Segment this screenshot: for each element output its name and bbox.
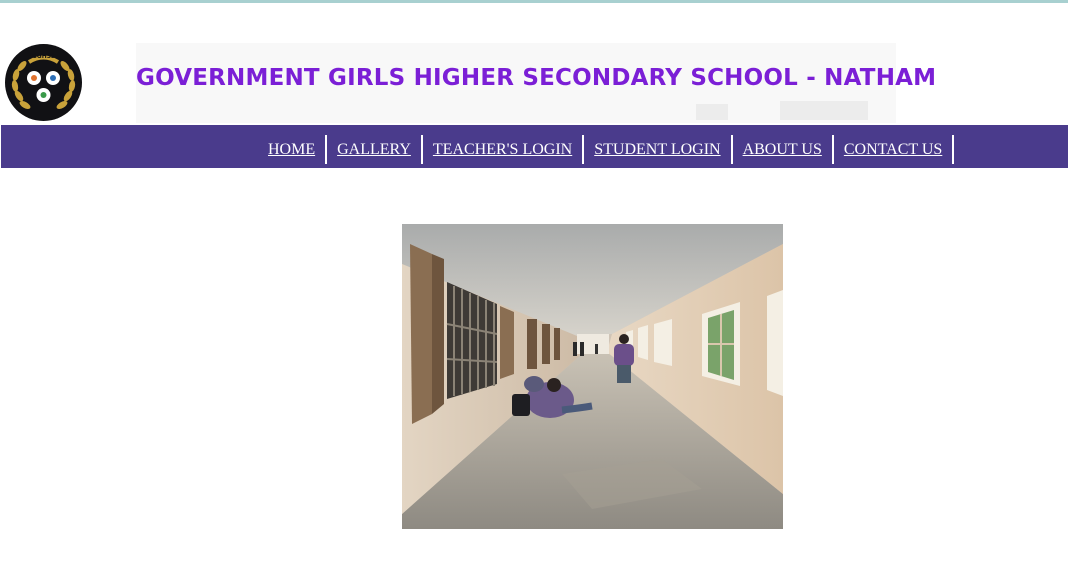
nav-item-gallery[interactable]: GALLERY bbox=[327, 135, 423, 164]
school-corridor-photo bbox=[402, 224, 783, 529]
nav-item-home[interactable]: HOME bbox=[258, 135, 328, 164]
banner-decoration bbox=[696, 104, 728, 120]
nav-item-teachers-login[interactable]: TEACHER'S LOGIN bbox=[423, 135, 585, 164]
hero-image bbox=[402, 224, 783, 529]
header-banner: GOVERNMENT GIRLS HIGHER SECONDARY SCHOOL… bbox=[136, 43, 937, 123]
school-logo[interactable]: GGHSS bbox=[5, 44, 82, 121]
nav-item-student-login[interactable]: STUDENT LOGIN bbox=[584, 135, 733, 164]
logo-text: GGHSS bbox=[31, 53, 56, 60]
main-navbar: HOME GALLERY TEACHER'S LOGIN STUDENT LOG… bbox=[1, 125, 1068, 168]
nav-item-contact-us[interactable]: CONTACT US bbox=[834, 135, 955, 164]
banner-decoration bbox=[780, 101, 868, 120]
nav-item-about-us[interactable]: ABOUT US bbox=[733, 135, 834, 164]
nav-list: HOME GALLERY TEACHER'S LOGIN STUDENT LOG… bbox=[258, 135, 955, 164]
page-title: GOVERNMENT GIRLS HIGHER SECONDARY SCHOOL… bbox=[136, 65, 937, 91]
top-strip bbox=[0, 0, 1068, 3]
